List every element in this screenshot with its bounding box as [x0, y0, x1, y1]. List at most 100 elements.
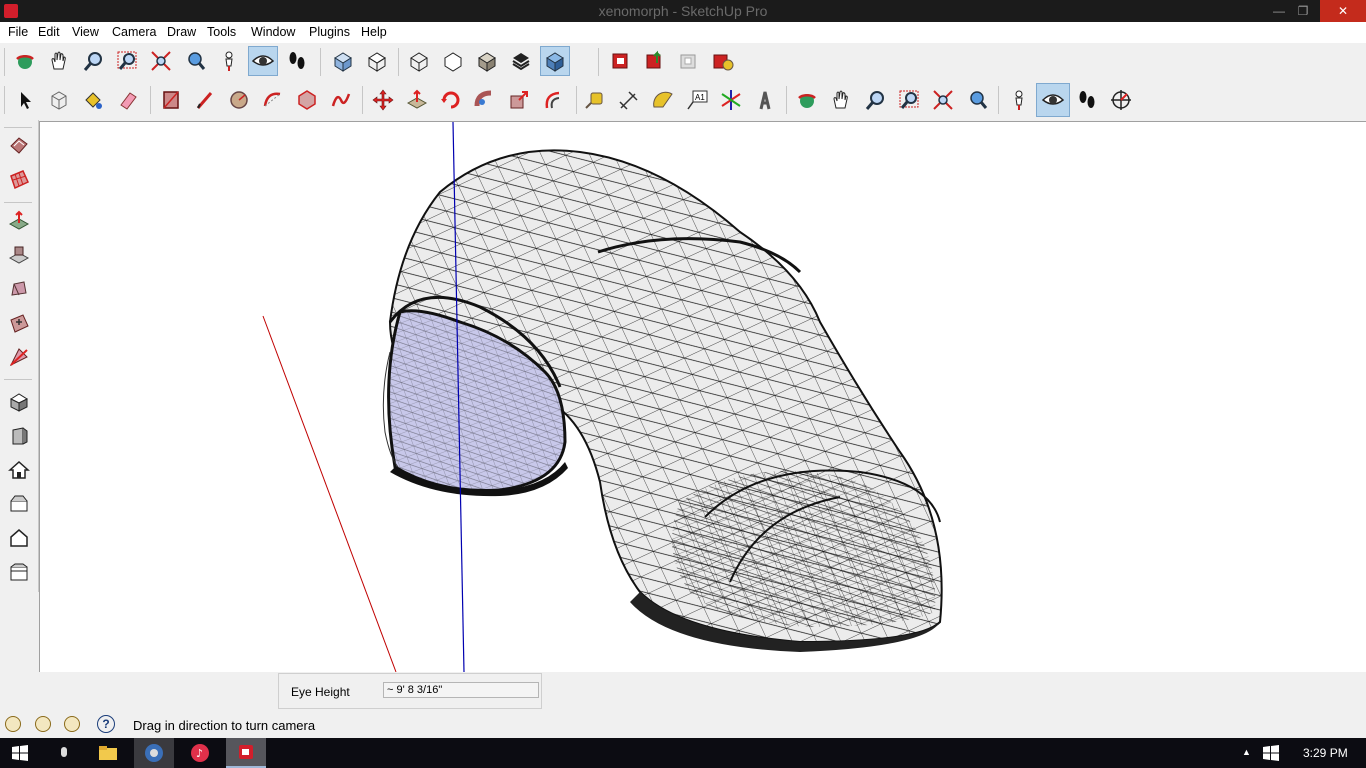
zoom-icon[interactable] [860, 85, 890, 115]
polygon-icon[interactable] [292, 85, 322, 115]
iso-view-icon[interactable] [4, 387, 34, 417]
status-message: Drag in direction to turn camera [133, 718, 316, 733]
share-model-icon[interactable] [640, 46, 670, 76]
shaded-textures-icon[interactable] [540, 46, 570, 76]
line-icon[interactable] [190, 85, 220, 115]
dimension-icon[interactable] [614, 85, 644, 115]
start-icon[interactable] [0, 738, 40, 768]
window-title: xenomorph - SketchUp Pro [598, 3, 768, 19]
menu-tools[interactable]: Tools [207, 25, 236, 39]
top-view-icon[interactable] [362, 46, 392, 76]
menu-camera[interactable]: Camera [112, 25, 156, 39]
menu-view[interactable]: View [72, 25, 99, 39]
menu-window[interactable]: Window [251, 25, 295, 39]
zoom-extents-icon[interactable] [146, 46, 176, 76]
sandbox-from-scratch-icon[interactable] [4, 164, 34, 194]
file-explorer-icon[interactable] [88, 738, 128, 768]
toolbar-top [0, 43, 1366, 81]
close-button[interactable]: ✕ [1320, 0, 1366, 22]
iso-view-icon[interactable] [328, 46, 358, 76]
rotate-icon[interactable] [436, 85, 466, 115]
credits-icon[interactable] [35, 716, 51, 732]
scale-icon[interactable] [504, 85, 534, 115]
position-camera-icon[interactable] [214, 46, 244, 76]
previous-view-icon[interactable] [962, 85, 992, 115]
menu-draw[interactable]: Draw [167, 25, 196, 39]
home-view-icon[interactable] [4, 455, 34, 485]
front-view-icon[interactable] [4, 421, 34, 451]
walk-icon[interactable] [1072, 85, 1102, 115]
tray-overflow-icon[interactable]: ▲ [1242, 747, 1251, 757]
section-plane-icon[interactable] [1106, 85, 1136, 115]
model-viewport[interactable] [39, 121, 1366, 672]
protractor-icon[interactable] [648, 85, 678, 115]
freehand-icon[interactable] [326, 85, 356, 115]
help-icon[interactable]: ? [97, 715, 115, 733]
orbit-icon[interactable] [10, 46, 40, 76]
add-detail-icon[interactable] [4, 308, 34, 338]
wireframe-icon[interactable] [438, 46, 468, 76]
back-view-icon[interactable] [4, 489, 34, 519]
walk-icon[interactable] [282, 46, 312, 76]
move-icon[interactable] [368, 85, 398, 115]
tape-measure-icon[interactable] [580, 85, 610, 115]
smoove-icon[interactable] [4, 206, 34, 236]
rectangle-icon[interactable] [156, 85, 186, 115]
menu-help[interactable]: Help [361, 25, 387, 39]
text-icon[interactable]: A1 [682, 85, 712, 115]
svg-text:♪: ♪ [196, 747, 203, 760]
circle-icon[interactable] [224, 85, 254, 115]
eye-height-input[interactable] [383, 682, 539, 698]
account-icon[interactable] [64, 716, 80, 732]
select-icon[interactable] [10, 85, 40, 115]
3d-text-icon[interactable] [750, 85, 780, 115]
look-around-icon[interactable] [1036, 83, 1070, 117]
orbit-icon[interactable] [792, 85, 822, 115]
side-toolbar [0, 120, 39, 592]
zoom-window-icon[interactable] [894, 85, 924, 115]
stamp-icon[interactable] [4, 240, 34, 270]
drape-icon[interactable] [4, 274, 34, 304]
maximize-button[interactable]: ❐ [1286, 0, 1320, 22]
paint-bucket-icon[interactable] [78, 85, 108, 115]
hidden-line-icon[interactable] [472, 46, 502, 76]
look-around-icon[interactable] [248, 46, 278, 76]
make-component-icon[interactable] [44, 85, 74, 115]
sandbox-from-contours-icon[interactable] [4, 130, 34, 160]
geo-location-icon[interactable] [5, 716, 21, 732]
axes-icon[interactable] [716, 85, 746, 115]
eraser-icon[interactable] [112, 85, 142, 115]
measurements-box: Eye Height [278, 673, 542, 709]
zoom-window-icon[interactable] [112, 46, 142, 76]
position-camera-icon[interactable] [1004, 85, 1034, 115]
previous-view-icon[interactable] [180, 46, 210, 76]
red-axis-line [262, 315, 397, 672]
left-view-icon[interactable] [4, 523, 34, 553]
action-center-icon[interactable] [1263, 745, 1279, 764]
get-models-icon[interactable] [674, 46, 704, 76]
toolbar-main: A1 [0, 82, 1366, 120]
zoom-extents-icon[interactable] [928, 85, 958, 115]
extension-warehouse-icon[interactable] [708, 46, 738, 76]
zoom-icon[interactable] [78, 46, 108, 76]
follow-me-icon[interactable] [470, 85, 500, 115]
3d-warehouse-icon[interactable] [606, 46, 636, 76]
right-view-icon[interactable] [4, 557, 34, 587]
offset-icon[interactable] [538, 85, 568, 115]
menu-plugins[interactable]: Plugins [309, 25, 350, 39]
mouse-icon[interactable] [44, 738, 84, 768]
arc-icon[interactable] [258, 85, 288, 115]
push-pull-icon[interactable] [402, 85, 432, 115]
xray-icon[interactable] [404, 46, 434, 76]
menu-file[interactable]: File [8, 25, 28, 39]
clock[interactable]: 3:29 PM [1303, 746, 1348, 760]
pan-icon[interactable] [826, 85, 856, 115]
shaded-icon[interactable] [506, 46, 536, 76]
menu-bar: File Edit View Camera Draw Tools Window … [0, 22, 1366, 44]
flip-edge-icon[interactable] [4, 342, 34, 372]
chrome-icon[interactable] [134, 738, 174, 768]
sketchup-icon[interactable] [226, 738, 266, 768]
itunes-icon[interactable]: ♪ [180, 738, 220, 768]
pan-icon[interactable] [44, 46, 74, 76]
menu-edit[interactable]: Edit [38, 25, 60, 39]
